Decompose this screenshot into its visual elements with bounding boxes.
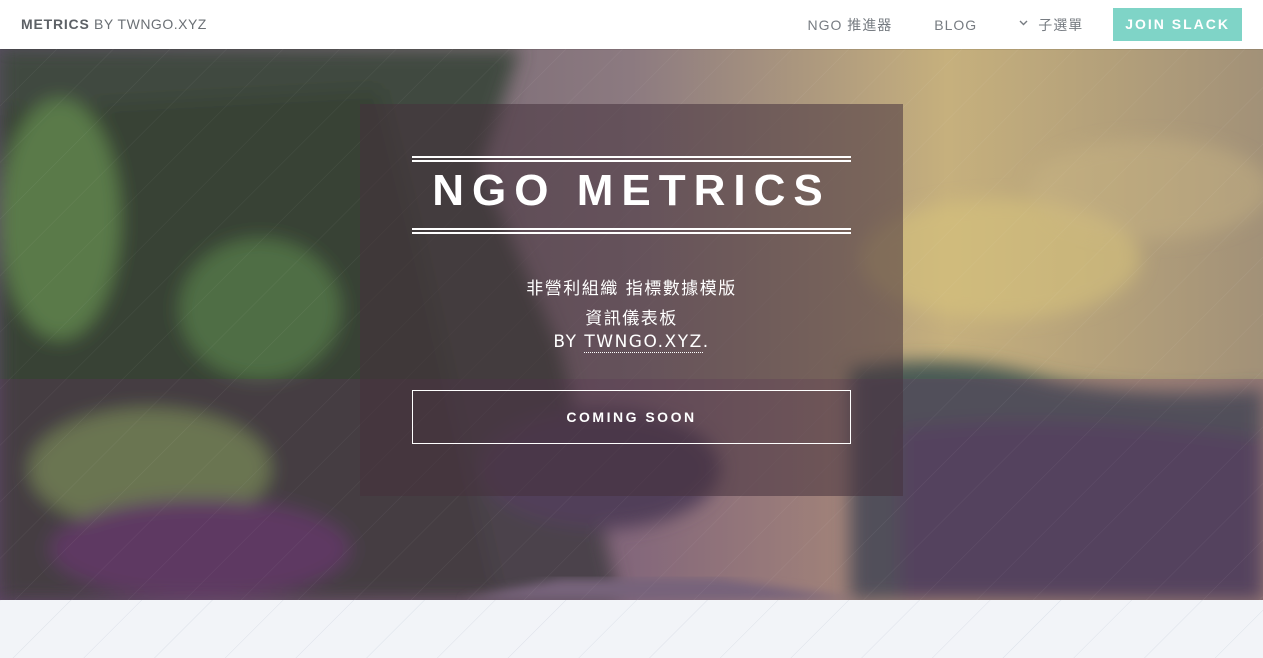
- twngo-link[interactable]: TWNGO.XYZ: [584, 332, 703, 353]
- nav-submenu-label: 子選單: [1038, 16, 1084, 33]
- join-slack-button[interactable]: JOIN SLACK: [1113, 8, 1242, 41]
- hero-overlay-panel: NGO METRICS 非營利組織 指標數據模版 資訊儀表板 BY TWNGO.…: [360, 104, 903, 496]
- hero-subtitle-line-3: BY TWNGO.XYZ.: [360, 332, 903, 353]
- brand-logo-link[interactable]: METRICS BY TWNGO.XYZ: [21, 16, 207, 32]
- title-top-rule: [412, 156, 851, 162]
- title-bottom-rule: [412, 228, 851, 234]
- hero-subtitle-line-1: 非營利組織 指標數據模版: [526, 279, 737, 299]
- nav-blog[interactable]: BLOG: [934, 17, 977, 33]
- hero-banner: NGO METRICS 非營利組織 指標數據模版 資訊儀表板 BY TWNGO.…: [0, 49, 1263, 600]
- hero-period: .: [702, 332, 710, 352]
- coming-soon-button[interactable]: COMING SOON: [412, 390, 851, 444]
- hero-subtitle-line-2: 資訊儀表板: [585, 309, 678, 329]
- brand-name: METRICS: [21, 16, 90, 32]
- hero-title: NGO METRICS: [432, 166, 831, 215]
- nav-ngo-accelerator[interactable]: NGO 推進器: [808, 15, 893, 35]
- hero-by-text: BY: [553, 332, 578, 352]
- chevron-down-icon: [1019, 18, 1028, 29]
- brand-byline: BY TWNGO.XYZ: [94, 16, 207, 32]
- top-navbar: METRICS BY TWNGO.XYZ NGO 推進器 BLOG 子選單 JO…: [0, 0, 1263, 49]
- nav-submenu-dropdown[interactable]: 子選單: [1019, 15, 1083, 35]
- diagonal-pattern: [0, 600, 1263, 658]
- below-hero-section: [0, 600, 1263, 658]
- main-nav: NGO 推進器 BLOG 子選單 JOIN SLACK: [808, 0, 1263, 49]
